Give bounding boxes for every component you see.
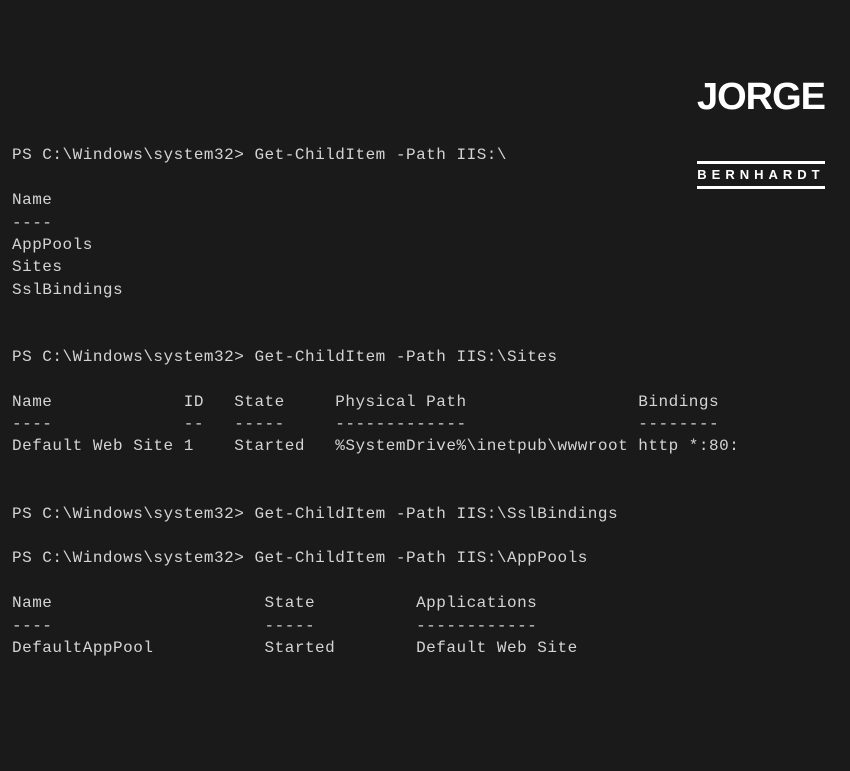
- command-2: Get-ChildItem -Path IIS:\Sites: [254, 348, 557, 366]
- hdr-row: Name State Applications: [12, 594, 537, 612]
- prompt: PS C:\Windows\system32>: [12, 505, 244, 523]
- command-4: Get-ChildItem -Path IIS:\AppPools: [254, 549, 587, 567]
- watermark-logo: JORGE BERNHARDT: [697, 35, 825, 211]
- prompt: PS C:\Windows\system32>: [12, 146, 244, 164]
- data-row: DefaultAppPool Started Default Web Site: [12, 639, 578, 657]
- col-header-name: Name: [12, 191, 52, 209]
- prompt: PS C:\Windows\system32>: [12, 549, 244, 567]
- div-row: ---- -- ----- ------------- --------: [12, 415, 719, 433]
- watermark-main: JORGE: [697, 80, 825, 114]
- command-1: Get-ChildItem -Path IIS:\: [254, 146, 507, 164]
- row-apppools: AppPools: [12, 236, 93, 254]
- div-row: ---- ----- ------------: [12, 617, 537, 635]
- data-row: Default Web Site 1 Started %SystemDrive%…: [12, 437, 739, 455]
- row-sslbindings: SslBindings: [12, 281, 123, 299]
- prompt: PS C:\Windows\system32>: [12, 348, 244, 366]
- hdr-name: Name ID State Physical Path Bindings: [12, 393, 719, 411]
- row-sites: Sites: [12, 258, 63, 276]
- watermark-sub: BERNHARDT: [697, 161, 825, 189]
- terminal-output: PS C:\Windows\system32> Get-ChildItem -P…: [12, 144, 838, 659]
- command-3: Get-ChildItem -Path IIS:\SslBindings: [254, 505, 618, 523]
- col-divider: ----: [12, 214, 52, 232]
